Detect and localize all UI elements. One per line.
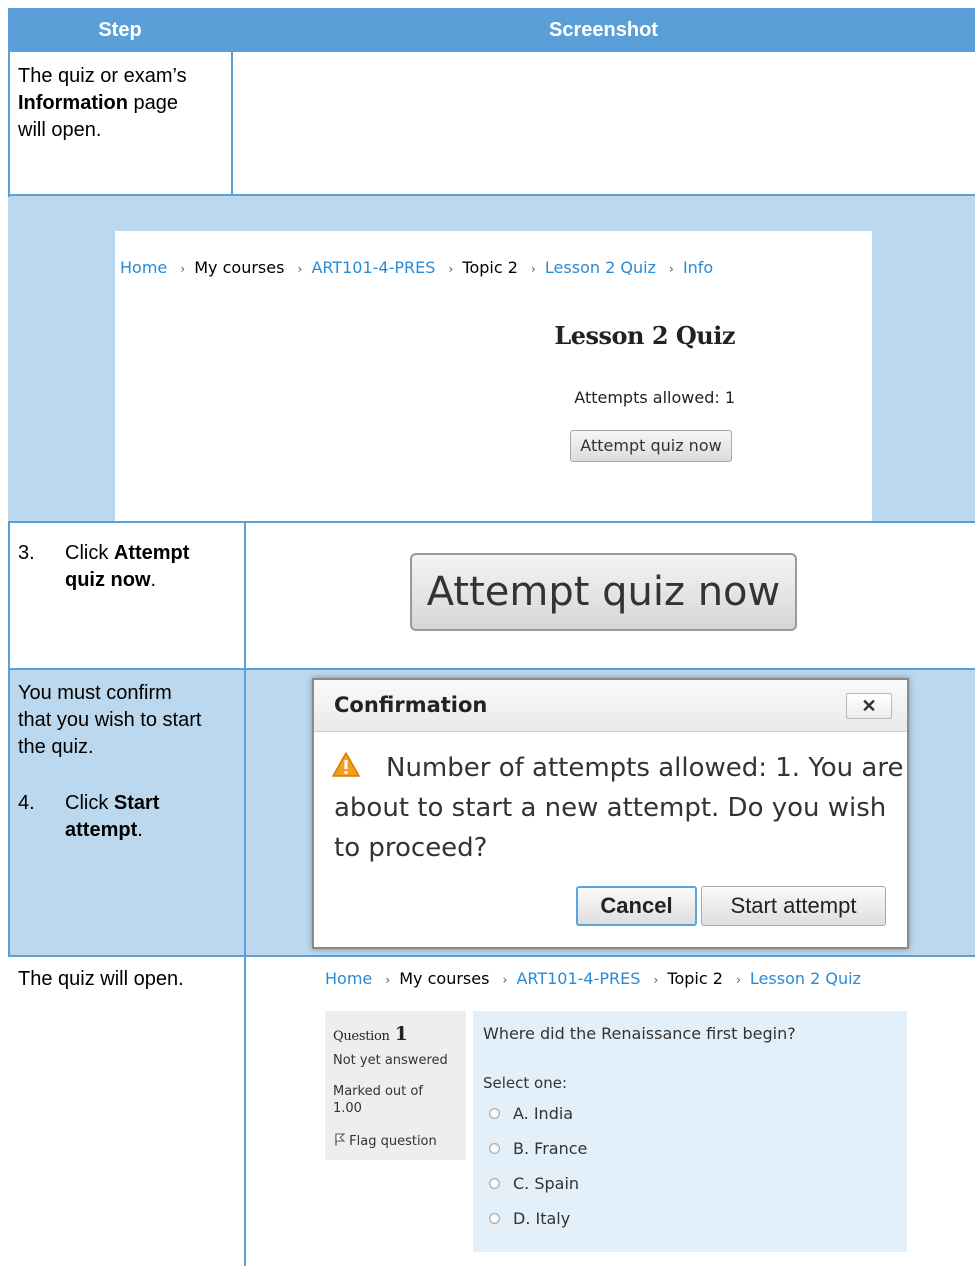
dialog-header: Confirmation ✕ bbox=[314, 680, 907, 732]
breadcrumb-separator-icon: › bbox=[736, 973, 741, 987]
breadcrumb-separator-icon: › bbox=[448, 262, 454, 276]
breadcrumb-home-link[interactable]: Home bbox=[325, 969, 372, 988]
screenshot-column-header: Screenshot bbox=[549, 19, 658, 41]
breadcrumb-separator-icon: › bbox=[653, 973, 659, 987]
quiz-info-page: Home › My courses › ART101-4-PRES › Topi… bbox=[115, 231, 872, 521]
breadcrumb-quiz-link[interactable]: Lesson 2 Quiz bbox=[545, 258, 656, 277]
left-border bbox=[8, 522, 10, 956]
table-header: Step Screenshot bbox=[8, 8, 975, 52]
option-b-radio[interactable] bbox=[489, 1143, 500, 1154]
option-d-radio[interactable] bbox=[489, 1213, 500, 1224]
option-c-label[interactable]: C. Spain bbox=[513, 1174, 579, 1193]
flag-icon bbox=[335, 1133, 346, 1146]
breadcrumb-separator-icon: › bbox=[531, 262, 536, 276]
dialog-message: Number of attempts allowed: 1. You are a… bbox=[334, 753, 904, 863]
start-attempt-button[interactable]: Start attempt bbox=[701, 886, 886, 926]
question-info-panel: Question 1 Not yet answered Marked out o… bbox=[325, 1011, 466, 1160]
flag-question-link[interactable]: Flag question bbox=[335, 1133, 437, 1149]
breadcrumb: Home › My courses › ART101-4-PRES › Topi… bbox=[120, 258, 713, 277]
breadcrumb-my-courses: My courses bbox=[399, 969, 490, 988]
quiz-title: Lesson 2 Quiz bbox=[554, 321, 735, 350]
step-column-header: Step bbox=[98, 19, 142, 41]
row-divider bbox=[8, 194, 975, 196]
row-divider bbox=[8, 521, 975, 523]
select-one-label: Select one: bbox=[483, 1074, 568, 1092]
breadcrumb-course-link[interactable]: ART101-4-PRES bbox=[311, 258, 435, 277]
breadcrumb-topic: Topic 2 bbox=[462, 258, 518, 277]
breadcrumb-quiz-link[interactable]: Lesson 2 Quiz bbox=[750, 969, 861, 988]
row-divider bbox=[8, 955, 975, 957]
question-status: Not yet answered bbox=[333, 1053, 448, 1068]
option-a-label[interactable]: A. India bbox=[513, 1104, 573, 1123]
question-number: Question 1 bbox=[333, 1023, 408, 1045]
question-text: Where did the Renaissance first begin? bbox=[483, 1024, 796, 1043]
row-divider bbox=[8, 668, 975, 670]
breadcrumb-course-link[interactable]: ART101-4-PRES bbox=[516, 969, 640, 988]
breadcrumb-separator-icon: › bbox=[669, 262, 674, 276]
left-border bbox=[8, 52, 10, 197]
breadcrumb-separator-icon: › bbox=[180, 262, 186, 276]
row5-step-text: The quiz will open. bbox=[18, 968, 184, 990]
confirmation-dialog: Confirmation ✕ Number of attempts allowe… bbox=[312, 678, 909, 949]
cancel-button[interactable]: Cancel bbox=[576, 886, 697, 926]
breadcrumb-separator-icon: › bbox=[502, 973, 508, 987]
column-divider bbox=[231, 52, 233, 195]
breadcrumb-separator-icon: › bbox=[297, 262, 303, 276]
question-content: Where did the Renaissance first begin? S… bbox=[473, 1011, 907, 1252]
option-c-radio[interactable] bbox=[489, 1178, 500, 1189]
quiz-breadcrumb: Home › My courses › ART101-4-PRES › Topi… bbox=[325, 969, 861, 988]
breadcrumb-info-link[interactable]: Info bbox=[683, 258, 713, 277]
option-d-label[interactable]: D. Italy bbox=[513, 1209, 570, 1228]
option-b-label[interactable]: B. France bbox=[513, 1139, 587, 1158]
attempt-quiz-button-large[interactable]: Attempt quiz now bbox=[410, 553, 797, 631]
close-icon[interactable]: ✕ bbox=[846, 693, 892, 719]
attempts-allowed: Attempts allowed: 1 bbox=[574, 388, 735, 407]
question-marks: Marked out of 1.00 bbox=[333, 1084, 423, 1116]
attempt-quiz-button[interactable]: Attempt quiz now bbox=[570, 430, 732, 462]
breadcrumb-topic: Topic 2 bbox=[667, 969, 723, 988]
column-divider bbox=[244, 522, 246, 1266]
breadcrumb-home-link[interactable]: Home bbox=[120, 258, 167, 277]
dialog-title: Confirmation bbox=[334, 693, 488, 717]
breadcrumb-my-courses: My courses bbox=[194, 258, 285, 277]
breadcrumb-separator-icon: › bbox=[385, 973, 391, 987]
row1-step-text: The quiz or exam’s Information page will… bbox=[18, 65, 187, 141]
option-a-radio[interactable] bbox=[489, 1108, 500, 1119]
